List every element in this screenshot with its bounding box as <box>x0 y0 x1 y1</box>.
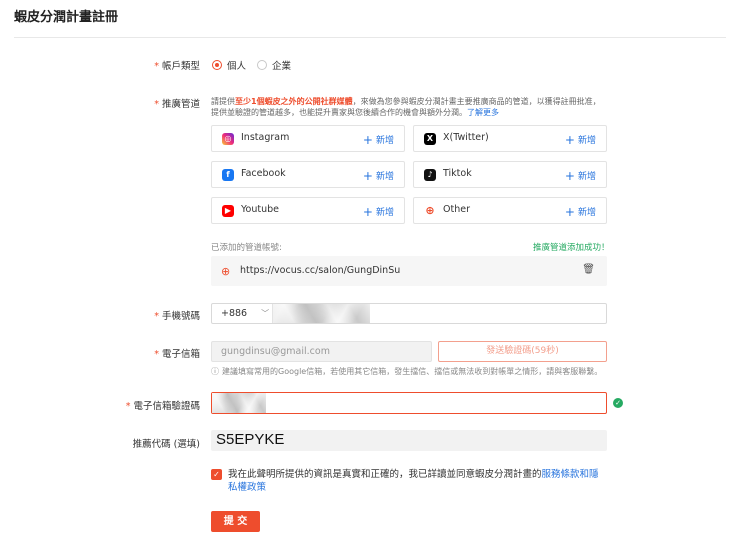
title-divider <box>14 37 726 38</box>
add-x-button[interactable]: + 新增 <box>564 132 596 147</box>
radio-business[interactable]: 企業 <box>257 58 291 72</box>
phone-label: * 手機號碼 <box>154 311 200 322</box>
channel-name-tiktok: Tiktok <box>443 168 472 179</box>
facebook-icon: f <box>222 169 234 181</box>
plus-icon: + <box>362 169 373 183</box>
plus-icon: + <box>564 205 575 219</box>
add-tiktok-button[interactable]: + 新增 <box>564 168 596 183</box>
add-youtube-button[interactable]: + 新增 <box>362 204 394 219</box>
radio-business-label: 企業 <box>272 61 292 72</box>
channel-name-youtube: Youtube <box>241 204 279 215</box>
youtube-icon: ▶ <box>222 205 234 217</box>
channel-card-other: ⊕ Other + 新增 <box>413 197 607 224</box>
channels-description-highlight: 至少1個蝦皮之外的公開社群媒體 <box>235 97 353 106</box>
referral-input[interactable]: S5EPYKE <box>211 430 607 451</box>
channel-card-tiktok: ♪ Tiktok + 新增 <box>413 161 607 188</box>
plus-icon: + <box>564 133 575 147</box>
phone-number-input[interactable] <box>273 304 370 323</box>
instagram-icon: ◎ <box>222 133 234 145</box>
plus-icon: + <box>362 133 373 147</box>
channel-name-other: Other <box>443 204 470 215</box>
globe-icon: ⊕ <box>221 265 231 278</box>
channel-card-facebook: f Facebook + 新增 <box>211 161 405 188</box>
email-code-label: * 電子信箱驗證碼 <box>125 401 200 412</box>
added-channels-status: 推廣管道添加成功！ <box>533 243 610 253</box>
channels-description: 請提供至少1個蝦皮之外的公開社群媒體，來做為您參與蝦皮分潤計畫主要推廣商品的管道… <box>211 97 601 117</box>
add-facebook-button[interactable]: + 新增 <box>362 168 394 183</box>
radio-personal-indicator[interactable] <box>212 60 222 70</box>
email-code-value <box>212 393 266 413</box>
channel-card-instagram: ◎ Instagram + 新增 <box>211 125 405 152</box>
referral-label: 推薦代碼 (選填) <box>132 439 200 450</box>
trash-icon[interactable]: 🗑 <box>582 264 595 275</box>
email-label: * 電子信箱 <box>154 349 200 360</box>
add-instagram-button[interactable]: + 新增 <box>362 132 394 147</box>
plus-icon: + <box>564 169 575 183</box>
learn-more-link[interactable]: 了解更多 <box>467 108 499 117</box>
add-other-button[interactable]: + 新增 <box>564 204 596 219</box>
chevron-down-icon: ﹀ <box>261 309 270 318</box>
check-circle-icon: ✓ <box>613 398 623 408</box>
email-value: gungdinsu@gmail.com <box>221 346 330 357</box>
agreement-checkbox[interactable]: ✓ <box>211 469 222 480</box>
channel-card-x: X X(Twitter) + 新增 <box>413 125 607 152</box>
info-icon: ⓘ <box>211 367 219 376</box>
tiktok-icon: ♪ <box>424 169 436 181</box>
added-channels-title: 已添加的管道帳號: <box>211 243 282 253</box>
radio-business-indicator[interactable] <box>257 60 267 70</box>
agreement-text: 我在此聲明所提供的資訊是真實和正確的，我已詳讀並同意蝦皮分潤計畫的服務條款和隱私… <box>228 469 599 493</box>
country-code-select[interactable]: +886 ﹀ <box>221 308 269 319</box>
account-type-label: * 帳戶類型 <box>154 61 200 72</box>
x-twitter-icon: X <box>424 133 436 145</box>
added-channel-url: https://vocus.cc/salon/GungDinSu <box>240 265 401 276</box>
email-input[interactable]: gungdinsu@gmail.com <box>211 341 432 362</box>
radio-personal-label: 個人 <box>227 61 247 72</box>
phone-field: +886 ﹀ <box>211 303 607 324</box>
email-hint: ⓘ 建議填寫常用的Google信箱，若使用其它信箱，發生擋信、擋信或無法收到對帳單… <box>211 367 603 376</box>
channels-label: * 推廣管道 <box>154 99 200 110</box>
send-code-button[interactable]: 發送驗證碼(59秒) <box>438 341 607 362</box>
added-channel-row: ⊕ https://vocus.cc/salon/GungDinSu 🗑 <box>211 256 607 286</box>
referral-value: S5EPYKE <box>216 431 285 448</box>
page-title: 蝦皮分潤計畫註冊 <box>14 10 119 25</box>
submit-button[interactable]: 提 交 <box>211 511 260 532</box>
globe-icon: ⊕ <box>425 204 435 217</box>
channel-name-facebook: Facebook <box>241 168 286 179</box>
email-code-input[interactable] <box>211 392 607 414</box>
channel-card-youtube: ▶ Youtube + 新增 <box>211 197 405 224</box>
channel-name-instagram: Instagram <box>241 132 290 143</box>
radio-personal[interactable]: 個人 <box>212 58 246 72</box>
channel-name-x: X(Twitter) <box>443 132 489 143</box>
plus-icon: + <box>362 205 373 219</box>
